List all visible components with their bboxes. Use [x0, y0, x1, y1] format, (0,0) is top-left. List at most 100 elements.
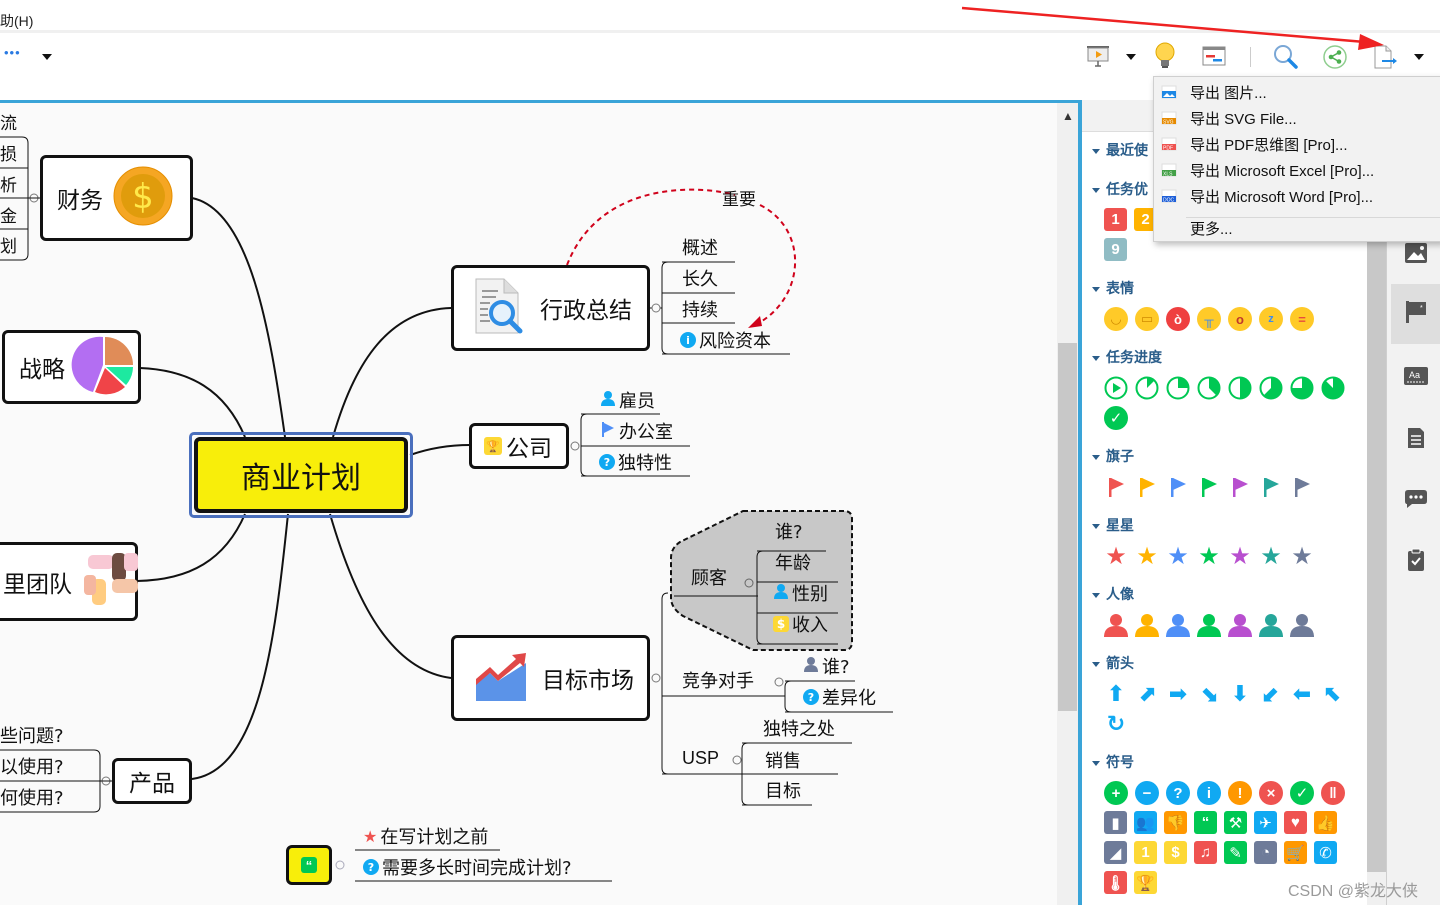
admin-item-risk-capital[interactable]: i 风险资本 — [680, 327, 771, 353]
section-flags[interactable]: 旗子 — [1092, 446, 1134, 466]
export-pdf-item[interactable]: PDF 导出 PDF思维图 [Pro]... — [1154, 131, 1440, 157]
priority-1-icon[interactable]: 1 — [1104, 208, 1127, 231]
star-red-icon[interactable]: ★ — [1104, 543, 1128, 570]
quote-icon[interactable]: “ — [1194, 811, 1217, 834]
section-people[interactable]: 人像 — [1092, 584, 1134, 604]
mindmap-canvas[interactable]: 商业计划 财务 $ 流 损 析 金 划 战略 里团队 产品 些问题? 以使用? … — [0, 103, 1057, 905]
angry-icon[interactable]: ò — [1166, 307, 1190, 331]
finance-item[interactable]: 划 — [0, 232, 17, 257]
finance-item[interactable]: 析 — [0, 171, 17, 196]
heart-icon[interactable]: ♥ — [1284, 811, 1307, 834]
rail-tasks-button[interactable] — [1391, 532, 1440, 592]
section-arrows[interactable]: 箭头 — [1092, 653, 1134, 673]
relation-label[interactable]: 重要 — [722, 185, 756, 210]
customer-item[interactable]: 谁? — [775, 518, 803, 544]
section-symbols[interactable]: 符号 — [1092, 752, 1134, 772]
person-green-icon[interactable] — [1197, 613, 1221, 637]
flag-blue-icon[interactable] — [1166, 475, 1190, 499]
finance-item[interactable]: 流 — [0, 109, 17, 134]
cross-icon[interactable]: × — [1259, 781, 1283, 805]
flag-purple-icon[interactable] — [1228, 475, 1252, 499]
arrow-left-icon[interactable]: ⬅ — [1290, 681, 1314, 706]
flag-red-icon[interactable] — [1104, 475, 1128, 499]
medal-icon[interactable]: 1 — [1134, 841, 1157, 864]
progress-37.5-icon[interactable] — [1197, 376, 1221, 400]
export-svg-item[interactable]: SVG 导出 SVG File... — [1154, 105, 1440, 131]
star-green-icon[interactable]: ★ — [1197, 543, 1221, 570]
arrow-up-left-icon[interactable]: ⬉ — [1321, 681, 1345, 706]
more-dropdown-caret[interactable] — [42, 54, 52, 60]
refresh-icon[interactable]: ↻ — [1104, 711, 1128, 736]
rail-markers-button[interactable]: * — [1391, 284, 1440, 344]
info-icon[interactable]: i — [1197, 781, 1221, 805]
bar-chart-icon[interactable]: ▮ — [1104, 811, 1127, 834]
thermometer-icon[interactable]: 🌡 — [1104, 871, 1127, 894]
topic-target-market[interactable]: 目标市场 — [451, 635, 650, 721]
smile-icon[interactable]: ◡ — [1104, 307, 1128, 331]
plus-icon[interactable]: + — [1104, 781, 1128, 805]
neutral-icon[interactable]: = — [1290, 307, 1314, 331]
pie-icon[interactable]: ◔ — [1254, 841, 1277, 864]
thumbs-down-icon[interactable]: 👎 — [1164, 811, 1187, 834]
person-red-icon[interactable] — [1104, 613, 1128, 637]
export-word-item[interactable]: DOC 导出 Microsoft Word [Pro]... — [1154, 183, 1440, 209]
scroll-up-icon[interactable]: ▲ — [1062, 109, 1074, 123]
cart-icon[interactable]: 🛒 — [1284, 841, 1307, 864]
product-item[interactable]: 以使用? — [0, 753, 64, 779]
person-teal-icon[interactable] — [1259, 613, 1283, 637]
star-blue-icon[interactable]: ★ — [1166, 543, 1190, 570]
priority-9-icon[interactable]: 9 — [1104, 238, 1127, 261]
note-item-duration[interactable]: ? 需要多长时间完成计划? — [363, 854, 572, 880]
export-dropdown-caret[interactable] — [1414, 54, 1424, 60]
lightbulb-icon[interactable] — [1154, 42, 1176, 75]
arrow-down-icon[interactable]: ⬇ — [1228, 681, 1252, 706]
flag-orange-icon[interactable] — [1135, 475, 1159, 499]
more-dots-button[interactable]: ••• — [4, 45, 21, 60]
grin-icon[interactable]: ▭ — [1135, 307, 1159, 331]
market-usp[interactable]: USP — [682, 748, 719, 769]
admin-item[interactable]: 持续 — [682, 296, 718, 322]
company-item-office[interactable]: 办公室 — [600, 418, 673, 444]
admin-item[interactable]: 长久 — [682, 265, 718, 291]
progress-0-icon[interactable] — [1104, 376, 1128, 400]
star-gray-icon[interactable]: ★ — [1290, 543, 1314, 570]
shock-icon[interactable]: o — [1228, 307, 1252, 331]
customer-item-income[interactable]: $ 收入 — [773, 611, 828, 637]
topic-team[interactable]: 里团队 — [0, 542, 138, 621]
music-icon[interactable]: ♫ — [1194, 841, 1217, 864]
admin-item[interactable]: 概述 — [682, 234, 718, 260]
section-stars[interactable]: 星星 — [1092, 515, 1134, 535]
rail-format-button[interactable]: Aa — [1391, 348, 1440, 408]
customer-item[interactable]: 年龄 — [775, 549, 811, 575]
progress-done-icon[interactable]: ✓ — [1104, 406, 1128, 430]
sleepy-icon[interactable]: z — [1259, 307, 1283, 331]
star-purple-icon[interactable]: ★ — [1228, 543, 1252, 570]
menu-help[interactable]: 助(H) — [0, 11, 33, 31]
person-orange-icon[interactable] — [1135, 613, 1159, 637]
dumbbell-icon[interactable]: ⚒ — [1224, 811, 1247, 834]
market-customer[interactable]: 顾客 — [691, 564, 727, 590]
exclamation-icon[interactable]: ! — [1228, 781, 1252, 805]
section-priority[interactable]: 任务优 — [1092, 179, 1148, 199]
topic-company[interactable]: 🏆 公司 — [469, 423, 569, 469]
topic-strategy[interactable]: 战略 — [2, 330, 141, 404]
competitor-item-diff[interactable]: ? 差异化 — [803, 684, 876, 710]
section-progress[interactable]: 任务进度 — [1092, 347, 1162, 367]
product-item[interactable]: 何使用? — [0, 784, 64, 810]
canvas-scroll-thumb[interactable] — [1058, 343, 1077, 711]
customer-item-gender[interactable]: 性别 — [773, 580, 828, 606]
star-teal-icon[interactable]: ★ — [1259, 543, 1283, 570]
panel-scroll-thumb[interactable] — [1367, 232, 1386, 872]
gantt-icon[interactable] — [1202, 46, 1226, 71]
flag-gray-icon[interactable] — [1290, 475, 1314, 499]
company-item-employee[interactable]: 雇员 — [600, 387, 655, 413]
export-more-item[interactable]: 更多... — [1154, 215, 1440, 241]
company-item-unique[interactable]: ? 独特性 — [599, 449, 672, 475]
progress-12.5-icon[interactable] — [1135, 376, 1159, 400]
arrow-right-icon[interactable]: ➡ — [1166, 681, 1190, 706]
progress-50-icon[interactable] — [1228, 376, 1252, 400]
person-purple-icon[interactable] — [1228, 613, 1252, 637]
rail-notes-button[interactable] — [1391, 410, 1440, 470]
people-icon[interactable]: 👥 — [1134, 811, 1157, 834]
note-item-before[interactable]: ★ 在写计划之前 — [363, 823, 488, 849]
